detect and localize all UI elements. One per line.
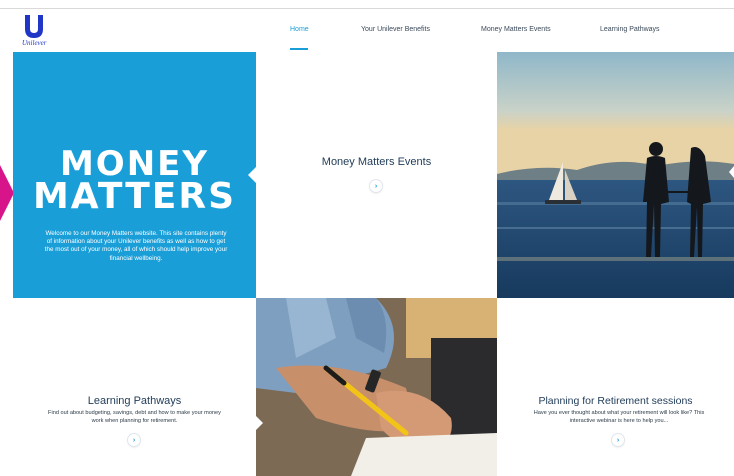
hero-title-line2: MATTERS — [32, 176, 237, 217]
nav-home[interactable]: Home — [290, 26, 309, 33]
retirement-tile[interactable]: Planning for Retirement sessions Have yo… — [497, 298, 734, 476]
writing-photo — [256, 298, 497, 476]
carousel-prev-arrow[interactable] — [0, 165, 14, 221]
nav-money-matters-events[interactable]: Money Matters Events — [481, 26, 551, 33]
couple-lake-photo — [497, 52, 734, 298]
events-tile[interactable]: Money Matters Events › — [256, 52, 497, 298]
learning-heading: Learning Pathways — [87, 395, 182, 407]
learning-more-button[interactable]: › — [128, 434, 140, 446]
events-more-button[interactable]: › — [370, 180, 382, 192]
nav-active-indicator — [290, 48, 308, 50]
chevron-right-icon: › — [374, 182, 378, 190]
top-divider — [0, 8, 734, 9]
carousel-next-notch[interactable] — [729, 166, 734, 178]
nav-learning-pathways[interactable]: Learning Pathways — [600, 26, 660, 33]
events-heading: Money Matters Events — [321, 156, 432, 168]
retirement-more-button[interactable]: › — [612, 434, 624, 446]
retirement-body: Have you ever thought about what your re… — [533, 410, 705, 424]
chevron-right-icon: › — [616, 436, 620, 444]
retirement-heading: Planning for Retirement sessions — [538, 395, 693, 407]
learning-tile-notch — [256, 416, 263, 430]
learning-tile[interactable]: Learning Pathways Find out about budgeti… — [13, 298, 256, 476]
chevron-right-icon: › — [132, 436, 136, 444]
nav-your-unilever-benefits[interactable]: Your Unilever Benefits — [361, 26, 430, 33]
learning-body: Find out about budgeting, savings, debt … — [48, 410, 221, 424]
hero-tile-notch — [248, 167, 256, 183]
hero-intro-text: Welcome to our Money Matters website. Th… — [44, 230, 228, 262]
